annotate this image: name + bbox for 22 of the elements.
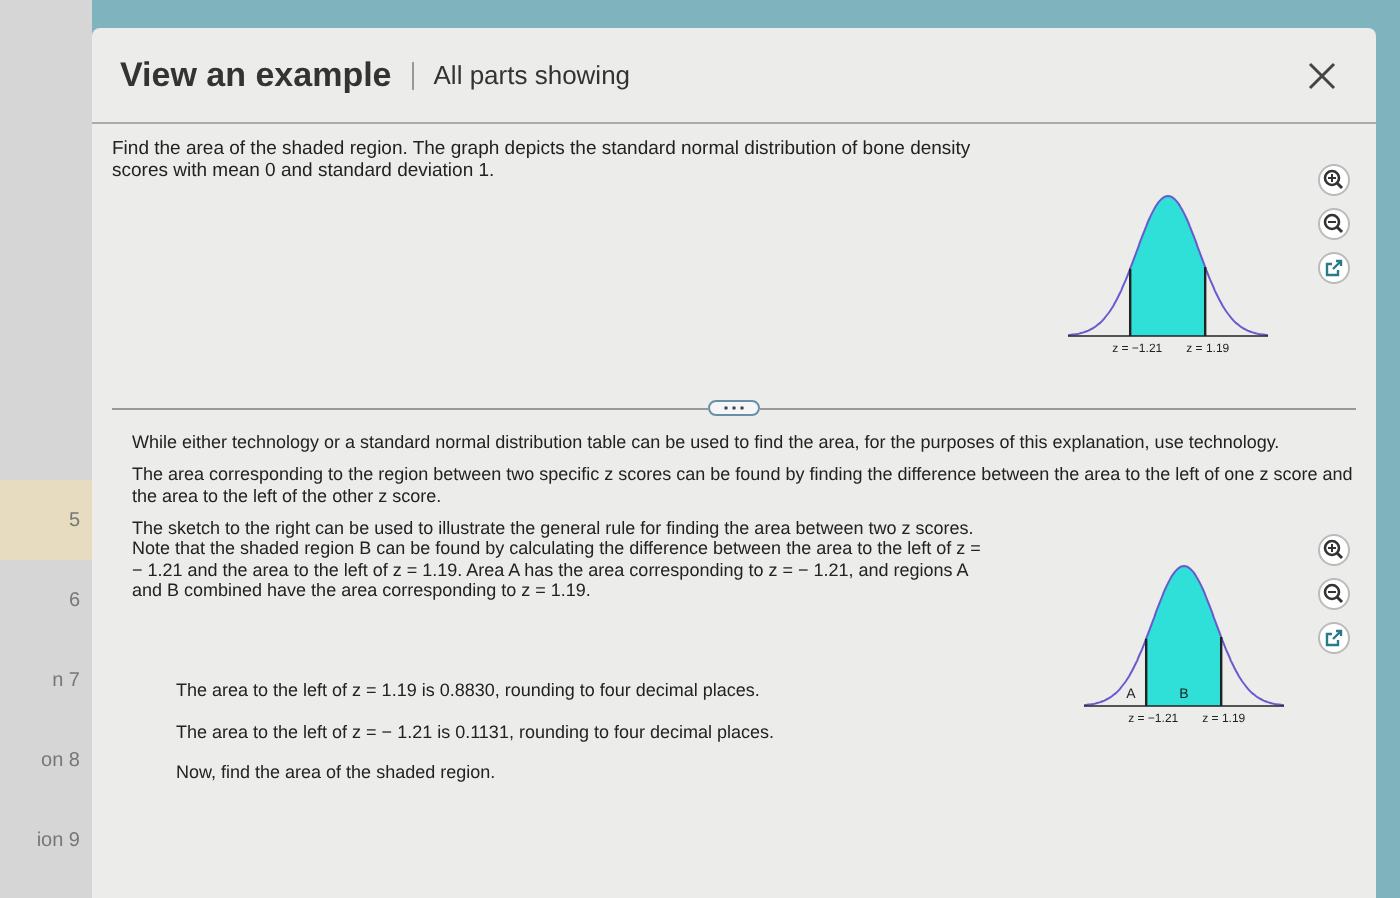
sidebar-item[interactable]: ion 9: [0, 800, 92, 880]
explanation-text: While either technology or a standard normal distribution table can be used to find the area, for the purposes of this explanation, use technology.: [132, 432, 1282, 453]
more-icon[interactable]: [708, 400, 760, 416]
zoom-out-icon[interactable]: [1318, 578, 1350, 611]
close-icon[interactable]: [1308, 61, 1336, 89]
sketch-text: The sketch to the right can be used to illustrate the general rule for finding the area between two z scores. Note that the shaded region B can be found by calculating the difference between the area to the left of z = − 1.21 and the area to the left of z = 1.19. Area A has the area corresponding to z = − 1.21, and regions A and B combined have the area corresponding to z = 1.19.: [132, 518, 983, 601]
zoom-in-icon[interactable]: [1318, 164, 1350, 196]
step-text: The area to the left of z = 1.19 is 0.8830, rounding to four decimal places.: [176, 680, 762, 702]
zoom-out-icon[interactable]: [1318, 208, 1350, 240]
question-text: Find the area of the shaded region. The graph depicts the standard normal distribution of bone density scores with mean 0 and standard deviation 1.: [112, 140, 973, 186]
popout-icon[interactable]: [1318, 622, 1350, 655]
step-text: The area to the left of z = − 1.21 is 0.1131, rounding to four decimal places.: [176, 721, 777, 743]
zoom-in-icon[interactable]: [1318, 534, 1350, 567]
sidebar-item[interactable]: 6: [0, 560, 92, 640]
dialog-title: View an example: [120, 53, 392, 98]
sidebar-item[interactable]: n 7: [0, 640, 92, 720]
step-text: Now, find the area of the shaded region.: [176, 762, 498, 783]
sidebar-item[interactable]: 5: [0, 480, 92, 560]
popout-icon[interactable]: [1318, 252, 1350, 284]
explanation-text: The area corresponding to the region between two specific z scores can be found by finding the difference between the area to the left of one z score and the area to the left of the other z score.: [132, 464, 1355, 507]
sidebar-item[interactable]: on 8: [0, 720, 92, 800]
dialog-subtitle: All parts showing: [433, 57, 631, 94]
